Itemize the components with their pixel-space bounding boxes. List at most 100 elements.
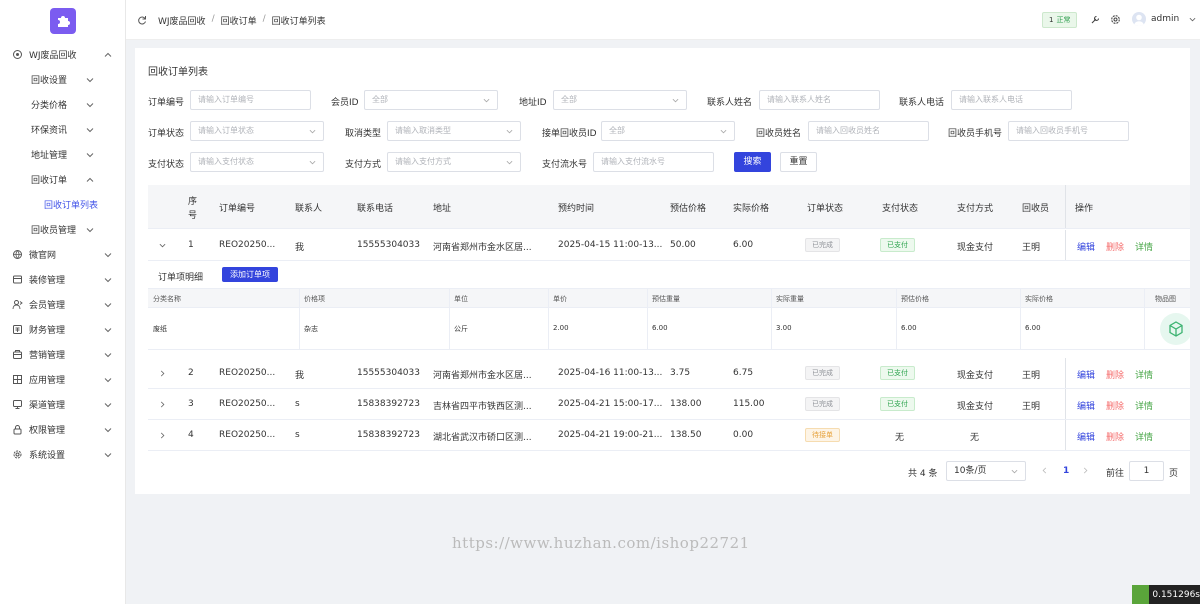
chevron-down-icon[interactable] [1189,16,1196,23]
refresh-icon[interactable] [137,15,147,25]
cell-real-price: 115.00 [733,399,765,409]
pay-status-select[interactable]: 请输入支付状态 [190,152,324,172]
contact-name-input[interactable]: 请输入联系人姓名 [759,90,880,110]
pagination-total: 共 4 条 [908,469,938,479]
detail-button[interactable]: 详情 [1135,399,1153,412]
sub-column-header: 实际价格 [1025,295,1053,303]
sidebar-item-label: 地址管理 [31,151,68,161]
sub-column-header: 单位 [454,295,468,303]
cancel-type-select[interactable]: 请输入取消类型 [387,121,521,141]
filter-label: 订单编号 [148,98,185,108]
sidebar-item-channels[interactable]: 渠道管理 [0,392,126,417]
collector-name-input[interactable]: 请输入回收员姓名 [808,121,929,141]
edit-button[interactable]: 编辑 [1077,399,1095,412]
column-divider [1065,185,1066,228]
puzzle-icon [12,49,23,60]
cell-order-no: REO20250... [219,368,276,378]
sidebar-item-recycle-settings[interactable]: 回收设置 [0,67,126,92]
gear-icon[interactable] [1110,14,1121,25]
order-no-input[interactable]: 请输入订单编号 [190,90,311,110]
edit-button[interactable]: 编辑 [1077,368,1095,381]
edit-button[interactable]: 编辑 [1077,430,1095,443]
sidebar-item-micro-site[interactable]: 微官网 [0,242,126,267]
delete-button[interactable]: 删除 [1106,368,1124,381]
chevron-left-icon[interactable] [1041,467,1048,474]
sidebar-item-apps[interactable]: 应用管理 [0,367,126,392]
edit-button[interactable]: 编辑 [1077,240,1095,253]
sidebar-item-permissions[interactable]: 权限管理 [0,417,126,442]
cell-order-no: REO20250... [219,399,276,409]
filter-label: 取消类型 [345,129,382,139]
page-size-select[interactable]: 10条/页 [946,461,1026,481]
detail-button[interactable]: 详情 [1135,240,1153,253]
avatar[interactable] [1132,12,1146,26]
reset-button[interactable]: 重置 [780,152,817,172]
delete-button[interactable]: 删除 [1106,240,1124,253]
search-button[interactable]: 搜索 [734,152,771,172]
goto-label: 前往 [1106,469,1125,479]
sidebar-menu: WJ废品回收 回收设置 分类价格 环保资讯 地址管理 回收订单 回收订单列表 回… [0,42,126,467]
sidebar-item-address[interactable]: 地址管理 [0,142,126,167]
sidebar-item-system-settings[interactable]: 系统设置 [0,442,126,467]
chevron-right-icon[interactable] [159,401,166,408]
breadcrumb-item[interactable]: WJ废品回收 [158,14,206,27]
member-id-select[interactable]: 全部 [364,90,498,110]
tool-icon[interactable] [1090,14,1101,25]
status-badge[interactable]: 1 正常 [1042,12,1078,28]
chevron-right-icon[interactable] [1082,467,1089,474]
pay-serial-input[interactable]: 请输入支付流水号 [593,152,714,172]
sidebar-item-order-list[interactable]: 回收订单列表 [0,192,126,217]
cell-phone: 15555304033 [357,240,420,250]
sub-table-row: 废纸 杂志 公斤 2.00 6.00 3.00 6.00 6.00 [148,308,1190,350]
chevron-right-icon[interactable] [159,370,166,377]
add-order-item-button[interactable]: 添加订单项 [222,267,278,282]
chevron-right-icon[interactable] [159,432,166,439]
goto-page-input[interactable]: 1 [1129,461,1164,481]
column-header-seq: 序 [188,197,198,207]
breadcrumb-separator: / [211,14,215,24]
sidebar-item-label: 回收员管理 [31,226,77,236]
detail-button[interactable]: 详情 [1135,368,1153,381]
select-value: 全部 [609,126,625,135]
marketing-icon [12,349,23,360]
username[interactable]: admin [1151,14,1179,24]
breadcrumb-item[interactable]: 回收订单 [221,14,257,27]
collector-id-select[interactable]: 全部 [601,121,735,141]
column-header-pay-status: 支付状态 [882,204,919,214]
sidebar-item-decoration[interactable]: 装修管理 [0,267,126,292]
collector-phone-input[interactable]: 请输入回收员手机号 [1008,121,1129,141]
puzzle-icon [58,16,70,27]
sidebar-item-collectors[interactable]: 回收员管理 [0,217,126,242]
order-status-badge: 已完成 [805,397,840,411]
sidebar-item-category-price[interactable]: 分类价格 [0,92,126,117]
sidebar-item-label: 权限管理 [29,426,66,436]
delete-button[interactable]: 删除 [1106,430,1124,443]
debug-timer[interactable]: 0.151296s [1132,585,1200,604]
cube-icon [1169,321,1183,337]
item-image[interactable] [1160,313,1190,345]
order-status-select[interactable]: 请输入订单状态 [190,121,324,141]
page-number-current[interactable]: 1 [1063,466,1069,476]
sidebar-item-wj-recycle[interactable]: WJ废品回收 [0,42,126,67]
column-header-real-price: 实际价格 [733,204,770,214]
chevron-down-icon[interactable] [159,242,166,249]
detail-button[interactable]: 详情 [1135,430,1153,443]
sub-column-header: 价格项 [304,295,325,303]
sidebar-item-label: 系统设置 [29,451,66,461]
sidebar-item-eco-news[interactable]: 环保资讯 [0,117,126,142]
gear-icon [12,449,23,460]
sub-cell: 公斤 [454,325,468,333]
sidebar-item-label: 财务管理 [29,326,66,336]
sidebar-item-recycle-orders[interactable]: 回收订单 [0,167,126,192]
pay-method-select[interactable]: 请输入支付方式 [387,152,521,172]
sidebar-item-members[interactable]: 会员管理 [0,292,126,317]
app-logo[interactable] [50,8,76,34]
cell-est-price: 50.00 [670,240,696,250]
sub-cell: 2.00 [553,324,569,332]
contact-phone-input[interactable]: 请输入联系人电话 [951,90,1072,110]
sidebar-item-label: 环保资讯 [31,126,68,136]
sidebar-item-finance[interactable]: 财务管理 [0,317,126,342]
delete-button[interactable]: 删除 [1106,399,1124,412]
sidebar-item-marketing[interactable]: 营销管理 [0,342,126,367]
address-id-select[interactable]: 全部 [553,90,687,110]
